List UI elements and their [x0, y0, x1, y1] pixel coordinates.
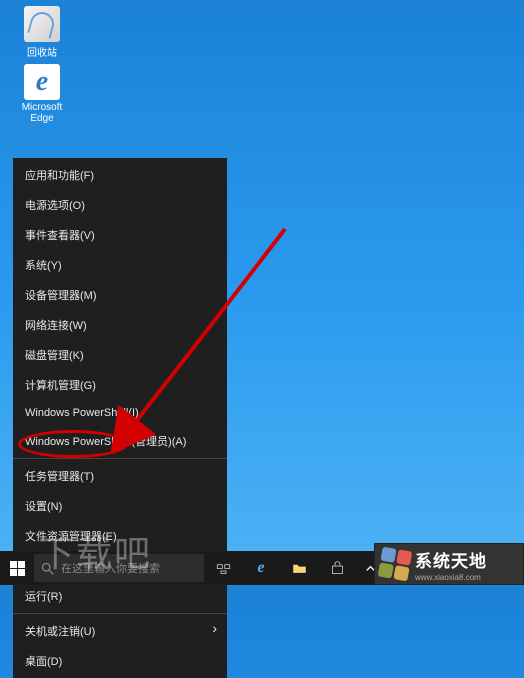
taskbar-store-button[interactable]: [318, 551, 356, 585]
menu-system[interactable]: 系统(Y): [13, 250, 227, 280]
tray-network-button[interactable]: [412, 551, 440, 585]
menu-device-manager[interactable]: 设备管理器(M): [13, 280, 227, 310]
desktop-icon-edge[interactable]: e Microsoft Edge: [12, 64, 72, 124]
edge-icon: e: [24, 64, 60, 100]
start-context-menu: 应用和功能(F) 电源选项(O) 事件查看器(V) 系统(Y) 设备管理器(M)…: [13, 158, 227, 678]
tray-overflow-button[interactable]: [356, 551, 384, 585]
recycle-bin-icon: [24, 6, 60, 42]
tray-ime-button[interactable]: 中: [468, 551, 496, 585]
menu-disk-management[interactable]: 磁盘管理(K): [13, 340, 227, 370]
search-placeholder: 在这里输入你要搜索: [61, 560, 160, 576]
search-icon: [40, 561, 55, 576]
taskbar-file-explorer-button[interactable]: [280, 551, 318, 585]
windows-logo-icon: [10, 561, 25, 576]
menu-run[interactable]: 运行(R): [13, 581, 227, 611]
menu-file-explorer[interactable]: 文件资源管理器(E): [13, 521, 227, 551]
menu-power-options[interactable]: 电源选项(O): [13, 190, 227, 220]
speaker-icon: [447, 561, 462, 576]
tray-action-center-button[interactable]: [496, 551, 524, 585]
icon-label: 回收站: [12, 44, 72, 59]
taskbar: 在这里输入你要搜索 e 中: [0, 551, 524, 585]
ime-icon: 中: [477, 560, 488, 576]
menu-powershell[interactable]: Windows PowerShell(I): [13, 400, 227, 426]
menu-powershell-admin[interactable]: Windows PowerShell (管理员)(A): [13, 426, 227, 456]
chevron-up-icon: [363, 561, 378, 576]
task-view-icon: [216, 561, 231, 576]
icon-label: Microsoft Edge: [12, 102, 72, 124]
system-tray: 中: [356, 551, 524, 585]
menu-apps-features[interactable]: 应用和功能(F): [13, 160, 227, 190]
menu-network-connections[interactable]: 网络连接(W): [13, 310, 227, 340]
menu-task-manager[interactable]: 任务管理器(T): [13, 461, 227, 491]
task-view-button[interactable]: [204, 551, 242, 585]
desktop-icon-recycle-bin[interactable]: 回收站: [12, 6, 72, 59]
network-icon: [419, 561, 434, 576]
menu-event-viewer[interactable]: 事件查看器(V): [13, 220, 227, 250]
menu-desktop[interactable]: 桌面(D): [13, 646, 227, 676]
taskbar-pinned-area: e: [204, 551, 356, 585]
tray-people-button[interactable]: [384, 551, 412, 585]
edge-icon: e: [257, 559, 264, 577]
start-button[interactable]: [0, 551, 34, 585]
menu-separator: [13, 458, 227, 459]
menu-separator: [13, 613, 227, 614]
taskbar-edge-button[interactable]: e: [242, 551, 280, 585]
action-center-icon: [503, 561, 518, 576]
taskbar-search[interactable]: 在这里输入你要搜索: [34, 554, 204, 582]
tray-speaker-button[interactable]: [440, 551, 468, 585]
menu-settings[interactable]: 设置(N): [13, 491, 227, 521]
store-icon: [330, 561, 345, 576]
file-explorer-icon: [292, 561, 307, 576]
menu-computer-management[interactable]: 计算机管理(G): [13, 370, 227, 400]
menu-shutdown[interactable]: 关机或注销(U): [13, 616, 227, 646]
people-icon: [391, 561, 406, 576]
